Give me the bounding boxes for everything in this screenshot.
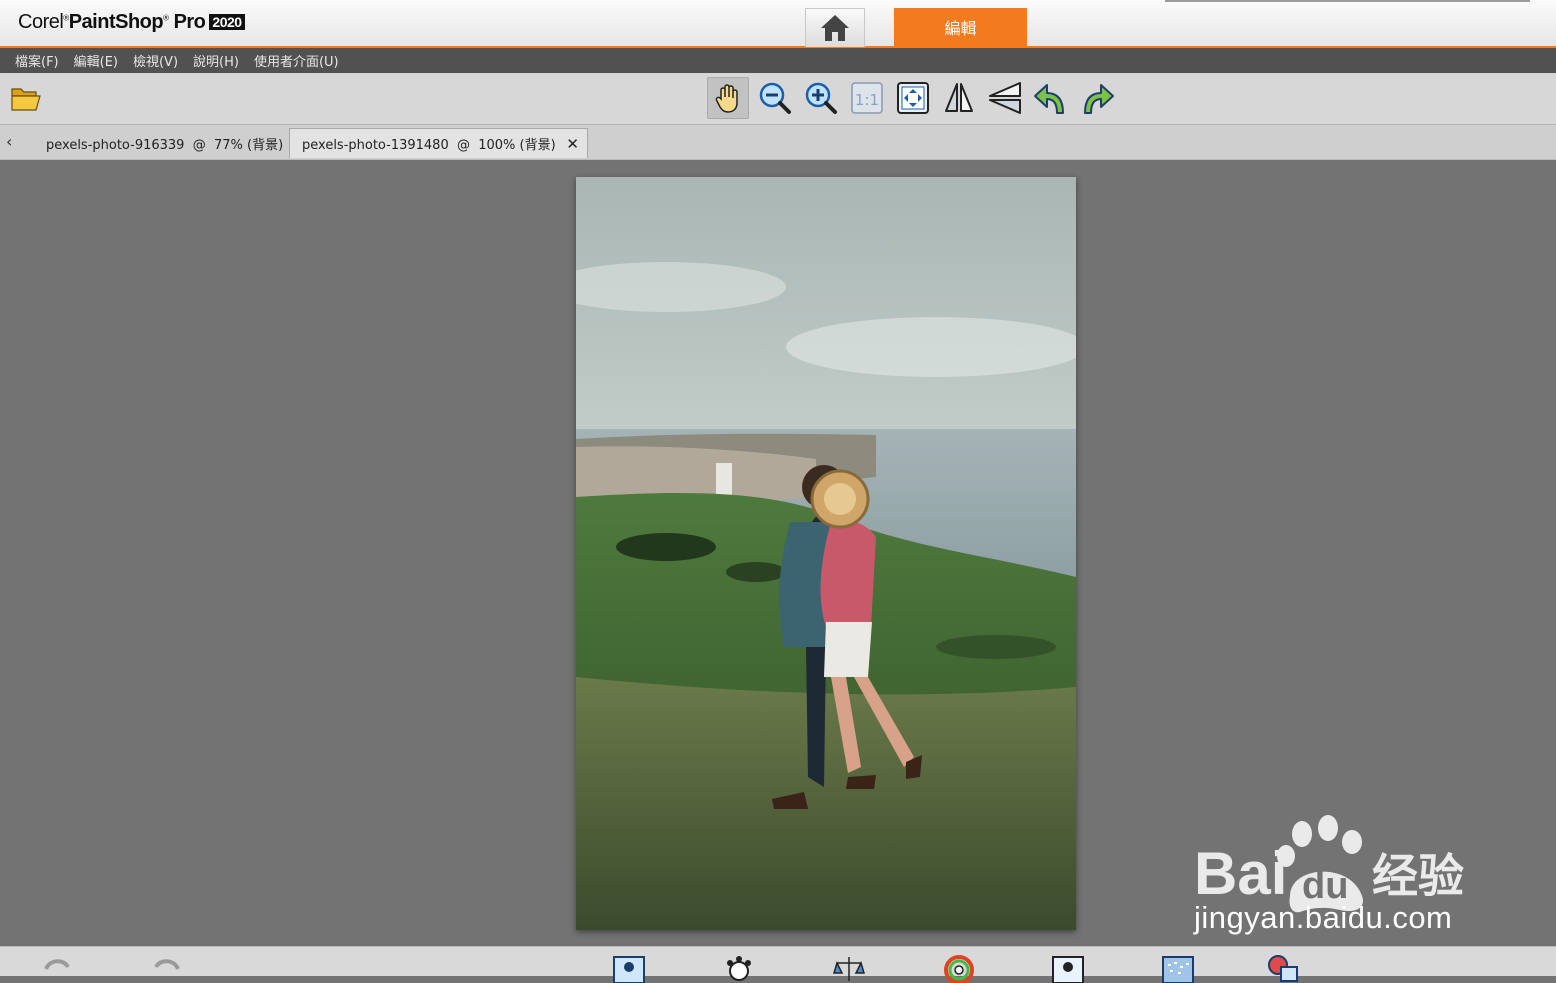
- menu-user-interface[interactable]: 使用者介面(U): [254, 51, 339, 70]
- close-icon[interactable]: ✕: [566, 135, 579, 153]
- home-icon: [821, 15, 849, 41]
- document-tab-label: pexels-photo-916339 @ 77% (背景): [46, 137, 284, 153]
- title-bar: Corel®PaintShop® Pro 2020 編輯: [0, 0, 1556, 48]
- fit-window-button[interactable]: [892, 77, 934, 119]
- flip-horizontal-button[interactable]: [938, 77, 980, 119]
- undo-icon[interactable]: [40, 953, 74, 983]
- toolbar: 1:1: [0, 73, 1556, 125]
- svg-text:经验: 经验: [1372, 849, 1464, 903]
- color-wheel-icon[interactable]: [942, 953, 976, 983]
- fit-window-icon: [897, 82, 929, 114]
- portrait-adjust-icon[interactable]: [613, 953, 647, 983]
- menu-view[interactable]: 檢視(V): [133, 51, 178, 70]
- svg-text:1:1: 1:1: [855, 91, 879, 109]
- flip-vertical-icon: [989, 82, 1021, 114]
- brand-pro: Pro: [173, 11, 206, 33]
- flip-horizontal-icon: [945, 83, 973, 112]
- flip-vertical-button[interactable]: [984, 77, 1026, 119]
- document-tab-active[interactable]: pexels-photo-1391480 @ 100% (背景) ✕: [289, 128, 588, 158]
- zoom-in-button[interactable]: [800, 77, 842, 119]
- zoom-out-button[interactable]: [754, 77, 796, 119]
- zoom-in-icon: [805, 82, 837, 114]
- brand-corel: Corel: [18, 11, 64, 33]
- document-image[interactable]: [576, 177, 1076, 930]
- home-tab[interactable]: [805, 8, 865, 47]
- redo-icon[interactable]: [150, 953, 184, 983]
- balance-icon[interactable]: [832, 953, 866, 983]
- menu-edit[interactable]: 編輯(E): [74, 51, 118, 70]
- tab-edit[interactable]: 編輯: [894, 8, 1027, 46]
- rotate-left-icon: [1034, 84, 1064, 114]
- watermark-url: jingyan.baidu.com: [1194, 900, 1453, 935]
- effects-icon[interactable]: [722, 953, 756, 983]
- photo-couple-on-hill: [576, 177, 1076, 930]
- noise-texture-icon[interactable]: [1162, 953, 1196, 983]
- open-folder-icon: [11, 88, 41, 111]
- rotate-right-icon: [1084, 84, 1114, 114]
- rotate-left-button[interactable]: [1030, 77, 1072, 119]
- actual-size-button[interactable]: 1:1: [846, 77, 888, 119]
- pan-tool-button[interactable]: [707, 77, 749, 119]
- actual-size-icon: 1:1: [851, 82, 883, 114]
- svg-text:Bai: Bai: [1194, 840, 1287, 907]
- document-tabs: ‹ pexels-photo-916339 @ 77% (背景) pexels-…: [0, 125, 1556, 160]
- bottom-toolbar: [0, 946, 1556, 983]
- menu-bar: 檔案(F) 編輯(E) 檢視(V) 說明(H) 使用者介面(U): [0, 48, 1556, 73]
- menu-help[interactable]: 說明(H): [193, 51, 239, 70]
- document-tab-label: pexels-photo-1391480 @ 100% (背景): [302, 138, 556, 153]
- open-button[interactable]: [5, 77, 47, 119]
- person-photo-icon[interactable]: [1052, 953, 1086, 983]
- menu-file[interactable]: 檔案(F): [15, 51, 59, 70]
- document-tab[interactable]: pexels-photo-916339 @ 77% (背景): [30, 128, 286, 158]
- tabs-scroll-left-icon[interactable]: ‹: [6, 132, 12, 151]
- red-eye-icon[interactable]: [1265, 953, 1299, 983]
- window-edge: [1165, 0, 1530, 2]
- rotate-right-button[interactable]: [1076, 77, 1118, 119]
- brand-product: PaintShop: [68, 11, 164, 33]
- brand-year: 2020: [209, 14, 245, 30]
- pan-hand-icon: [715, 84, 738, 113]
- app-logo: Corel®PaintShop® Pro 2020: [18, 11, 245, 34]
- zoom-out-icon: [759, 82, 791, 114]
